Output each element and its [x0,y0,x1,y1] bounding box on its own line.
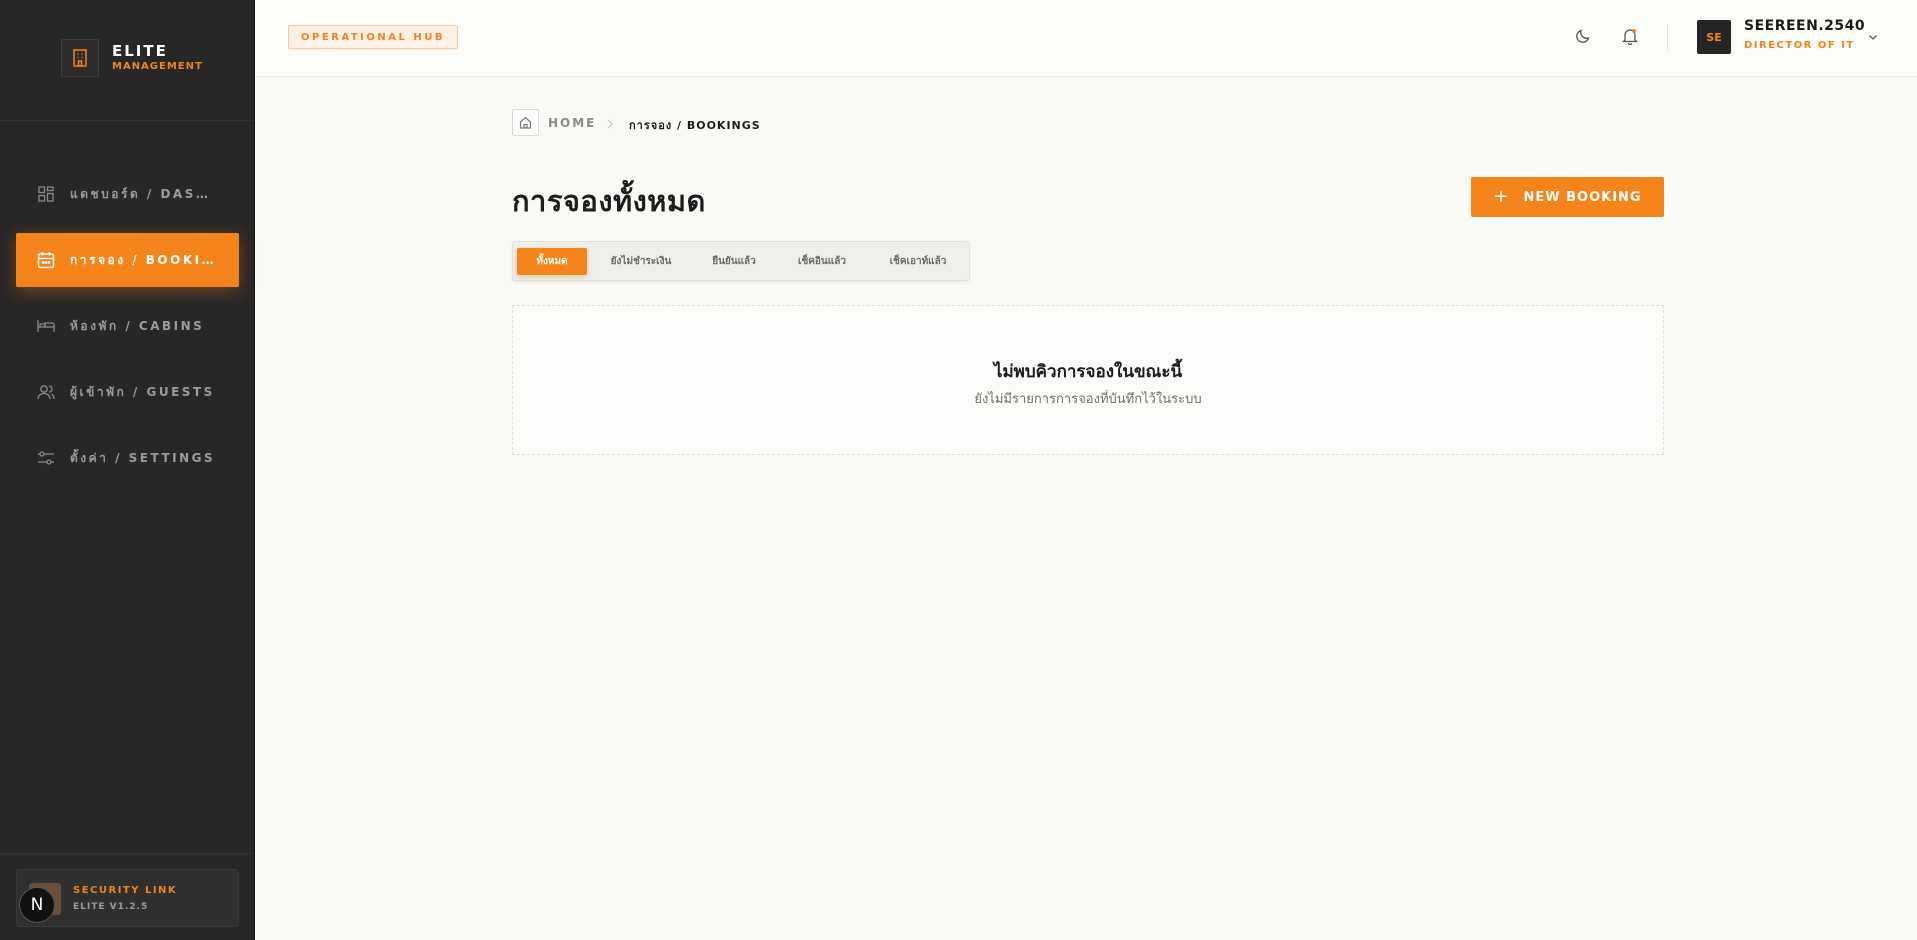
new-booking-button[interactable]: + NEW BOOKING [1471,177,1664,217]
brand-name: ELITE [112,42,168,60]
moon-icon[interactable] [1572,25,1594,47]
avatar[interactable]: SE [1697,20,1731,54]
calendar-icon [37,251,55,269]
users-icon [37,383,55,401]
tab-confirmed[interactable]: ยืนยันแล้ว [694,248,774,275]
sidebar-item-label: ตั้งค่า / SETTINGS [70,450,216,465]
top-header: OPERATIONAL HUB SE SEEREEN.2540 DIRECTOR… [255,0,1917,77]
sidebar-item-cabins[interactable]: ห้องพัก / CABINS [16,299,239,353]
sliders-icon [37,449,55,467]
dev-tools-badge[interactable]: N [19,887,55,923]
divider [1667,24,1668,50]
home-icon[interactable] [512,109,539,136]
brand-subtitle: MANAGEMENT [112,61,203,72]
dashboard-grid-icon [37,185,55,203]
building-icon [61,39,99,77]
empty-state-subtitle: ยังไม่มีรายการการจองที่บันทึกไว้ในระบบ [974,392,1202,407]
user-name[interactable]: SEEREEN.2540 [1744,18,1865,34]
user-role: DIRECTOR OF IT [1744,40,1855,51]
sidebar-item-label: ห้องพัก / CABINS [70,318,205,333]
tab-unpaid[interactable]: ยังไม่ชำระเงิน [593,248,689,275]
security-title: SECURITY LINK [73,885,178,896]
status-filter-tabs: ทั้งหมด ยังไม่ชำระเงิน ยืนยันแล้ว เช็คอิ… [512,241,970,281]
divider [0,120,254,121]
sidebar-item-label: การจอง / BOOKINGS [70,252,220,267]
tab-checked-in[interactable]: เช็คอินแล้ว [780,248,864,275]
brand[interactable]: ELITE MANAGEMENT [61,39,203,77]
plus-icon: + [1493,186,1510,207]
empty-state: ไม่พบคิวการจองในขณะนี้ ยังไม่มีรายการการ… [512,305,1664,455]
chevron-down-icon[interactable] [1866,29,1880,43]
sidebar-item-settings[interactable]: ตั้งค่า / SETTINGS [16,431,239,485]
version-label: ELITE V1.2.5 [73,902,149,912]
sidebar-item-label: ผู้เข้าพัก / GUESTS [70,384,215,399]
breadcrumb-current: การจอง / BOOKINGS [629,119,761,132]
new-booking-label: NEW BOOKING [1523,189,1642,205]
tab-checked-out[interactable]: เช็คเอาท์แล้ว [870,248,966,275]
divider [0,853,254,854]
sidebar: ELITE MANAGEMENT แดชบอร์ด / DASHBOARD กา… [0,0,255,940]
page-title: การจองทั้งหมด [512,184,706,218]
bed-icon [37,317,55,335]
sidebar-item-dashboard[interactable]: แดชบอร์ด / DASHBOARD [16,167,239,221]
operational-hub-badge: OPERATIONAL HUB [288,25,458,49]
sidebar-item-guests[interactable]: ผู้เข้าพัก / GUESTS [16,365,239,419]
tab-all[interactable]: ทั้งหมด [517,248,587,275]
empty-state-title: ไม่พบคิวการจองในขณะนี้ [993,362,1183,382]
sidebar-item-label: แดชบอร์ด / DASHBOARD [70,186,220,201]
chevron-right-icon [604,116,616,130]
sidebar-item-bookings[interactable]: การจอง / BOOKINGS [16,233,239,287]
bell-icon[interactable] [1619,25,1641,47]
breadcrumb-home[interactable]: HOME [548,116,596,130]
